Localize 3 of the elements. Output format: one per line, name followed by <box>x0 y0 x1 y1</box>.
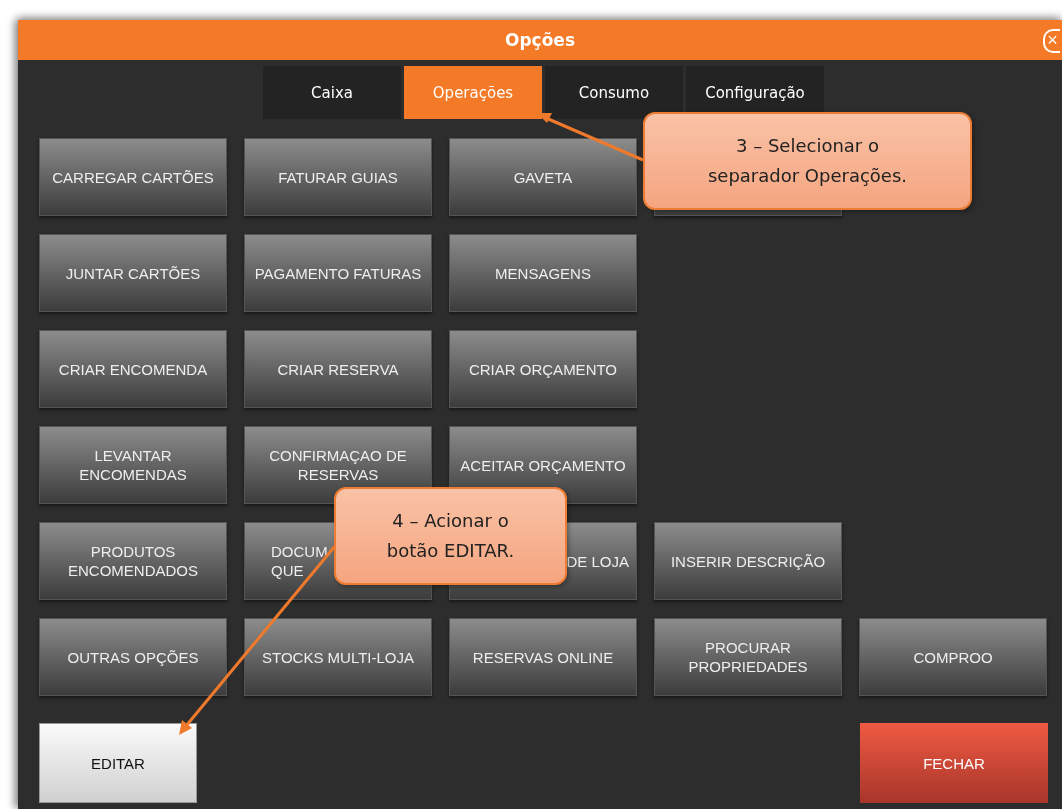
callout-tooltip: 3 – Selecionar o separador Operações. <box>643 112 972 210</box>
window-title: Opções <box>505 30 575 50</box>
callout-tooltip: 4 – Acionar o botão EDITAR. <box>334 487 567 585</box>
